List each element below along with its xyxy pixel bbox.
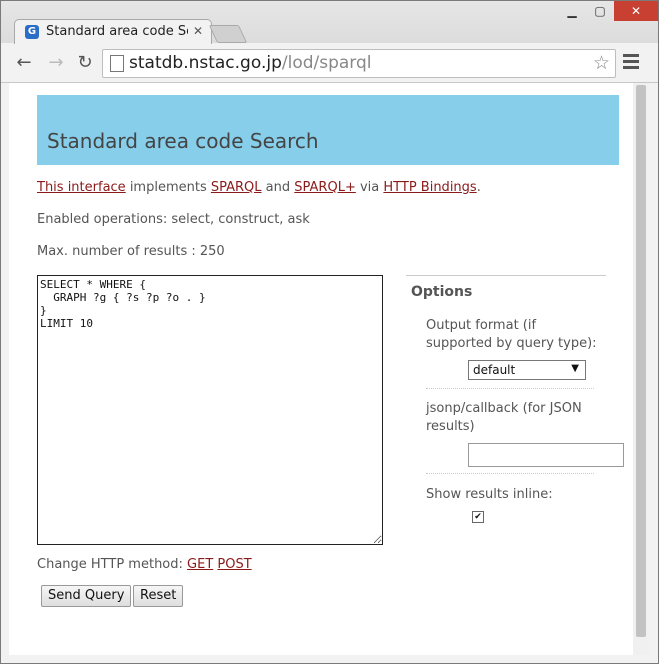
browser-toolbar: ← → ↻ statdb.nstac.go.jp/lod/sparql ☆ [1, 44, 658, 83]
intro-text-4: . [476, 180, 481, 195]
sparql-link[interactable]: SPARQL [211, 180, 262, 195]
jsonp-label: jsonp/callback (for JSON results) [426, 401, 582, 434]
tab-active[interactable]: G Standard area code Sea ✕ [14, 19, 212, 45]
reset-button[interactable]: Reset [133, 585, 184, 607]
maximize-icon[interactable]: ▢ [586, 1, 614, 21]
show-inline-checkbox[interactable]: ✔ [472, 511, 484, 523]
forward-arrow-icon[interactable]: → [45, 52, 67, 74]
options-divider [426, 388, 594, 389]
max-results-text: Max. number of results : 250 [37, 244, 225, 259]
favicon-icon: G [25, 25, 39, 39]
this-interface-link[interactable]: This interface [37, 180, 126, 195]
show-inline-label: Show results inline: [426, 487, 553, 502]
intro-text-2: and [261, 180, 295, 195]
page-title: Standard area code Search [47, 129, 319, 153]
window-close-icon[interactable]: ✕ [614, 1, 658, 21]
http-method-label: Change HTTP method: [37, 557, 188, 572]
menu-icon[interactable] [623, 54, 639, 70]
back-arrow-icon[interactable]: ← [13, 52, 35, 74]
output-format-select[interactable]: default ▼ [468, 360, 586, 380]
intro-text-3: via [355, 180, 384, 195]
intro-text-1: implements [125, 180, 211, 195]
tab-title: Standard area code Sea [46, 24, 188, 39]
reload-icon[interactable]: ↻ [74, 52, 96, 74]
page-icon [110, 55, 124, 72]
url-host: statdb.nstac.go.jp [129, 53, 282, 73]
page-header: Standard area code Search [37, 95, 619, 165]
scrollbar-thumb[interactable] [636, 85, 646, 637]
window-controls: ▁ ▢ ✕ [558, 1, 658, 21]
page-viewport: Standard area code Search This interface… [9, 83, 633, 655]
dropdown-caret-icon: ▼ [571, 363, 579, 374]
sparql-plus-link[interactable]: SPARQL+ [294, 180, 356, 195]
options-panel: Options Output format (if supported by q… [406, 275, 624, 546]
get-method-link[interactable]: GET [187, 557, 213, 572]
output-format-label: Output format (if supported by query typ… [426, 318, 597, 351]
vertical-scrollbar[interactable] [633, 83, 649, 655]
query-textarea[interactable]: SELECT * WHERE { GRAPH ?g { ?s ?p ?o . }… [37, 275, 383, 545]
enabled-operations-text: Enabled operations: select, construct, a… [37, 212, 310, 227]
url-text: statdb.nstac.go.jp/lod/sparql [129, 53, 372, 73]
url-path: /lod/sparql [281, 53, 372, 73]
http-bindings-link[interactable]: HTTP Bindings [383, 180, 476, 195]
minimize-icon[interactable]: ▁ [558, 1, 586, 21]
options-divider [426, 473, 594, 474]
post-method-link[interactable]: POST [217, 557, 251, 572]
browser-window: G Standard area code Sea ✕ ▁ ▢ ✕ ← → ↻ s… [0, 0, 659, 664]
bookmark-star-icon[interactable]: ☆ [593, 52, 610, 74]
output-format-value: default [473, 363, 516, 377]
intro-paragraph: This interface implements SPARQL and SPA… [37, 180, 481, 195]
address-bar[interactable]: statdb.nstac.go.jp/lod/sparql ☆ [102, 49, 616, 78]
options-title: Options [411, 284, 473, 300]
jsonp-input[interactable] [468, 443, 624, 467]
send-query-button[interactable]: Send Query [41, 585, 132, 607]
title-bar: G Standard area code Sea ✕ ▁ ▢ ✕ [1, 1, 658, 45]
http-method-line: Change HTTP method: GET POST [37, 557, 252, 572]
new-tab-button[interactable] [208, 25, 248, 43]
tab-close-icon[interactable]: ✕ [193, 24, 203, 38]
